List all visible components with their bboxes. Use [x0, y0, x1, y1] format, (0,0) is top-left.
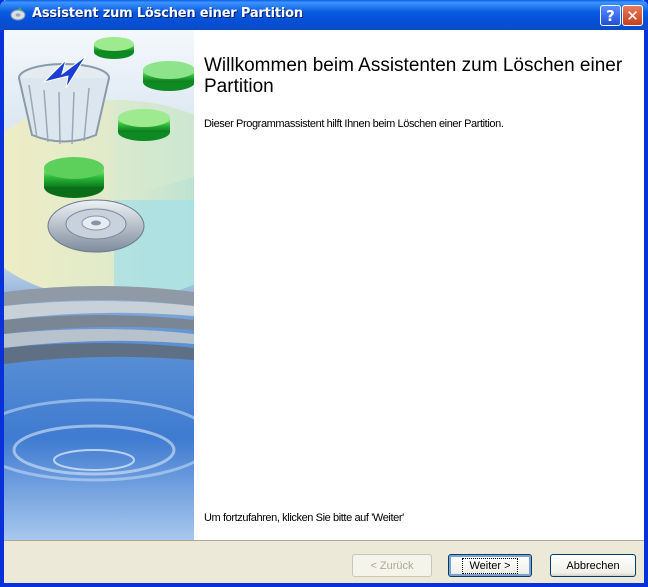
intro-text: Dieser Programmassistent hilft Ihnen bei… [204, 118, 504, 130]
window-title: Assistent zum Löschen einer Partition [32, 6, 303, 21]
title-bar[interactable]: Assistent zum Löschen einer Partition ? … [0, 0, 648, 30]
disks-and-recycle-bin-illustration [4, 30, 194, 540]
help-button[interactable]: ? [600, 5, 621, 26]
cancel-button[interactable]: Abbrechen [550, 554, 636, 577]
close-button[interactable]: ✕ [622, 5, 643, 26]
disk-wizard-icon [10, 6, 26, 22]
help-icon: ? [606, 6, 615, 25]
cancel-button-label: Abbrechen [566, 559, 620, 572]
footer-divider [4, 540, 644, 541]
back-button[interactable]: < Zurück [352, 554, 432, 577]
page-heading: Willkommen beim Assistenten zum Löschen … [204, 55, 623, 97]
wizard-content: Willkommen beim Assistenten zum Löschen … [4, 30, 644, 540]
back-button-label: < Zurück [370, 559, 414, 572]
wizard-window: Assistent zum Löschen einer Partition ? … [0, 0, 648, 587]
continue-hint: Um fortzufahren, klicken Sie bitte auf '… [204, 512, 404, 524]
close-icon: ✕ [626, 6, 639, 25]
next-button-label: Weiter > [462, 557, 518, 574]
next-button[interactable]: Weiter > [448, 554, 532, 577]
